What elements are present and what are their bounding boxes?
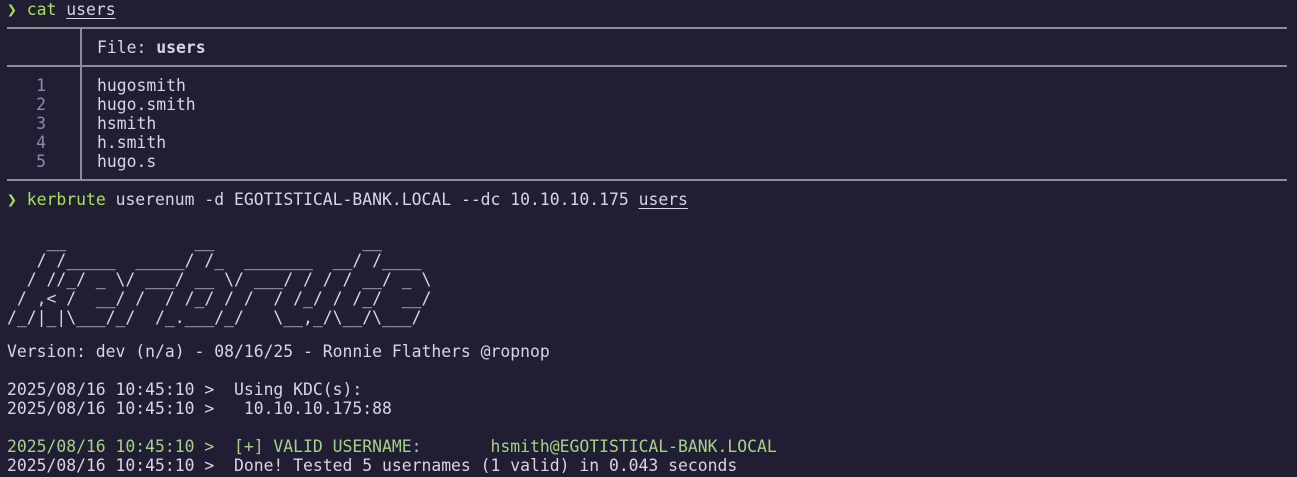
prompt-arrow-icon: ❯: [7, 190, 17, 209]
command-args: userenum -d EGOTISTICAL-BANK.LOCAL --dc …: [105, 190, 639, 209]
log-line-done: 2025/08/16 10:45:10 > Done! Tested 5 use…: [7, 456, 738, 475]
command-line-kerbrute: ❯ kerbrute userenum -d EGOTISTICAL-BANK.…: [7, 190, 688, 209]
bat-file-label: File:: [97, 38, 157, 57]
command-name: cat: [26, 0, 57, 19]
bat-header-gutter-rule: [80, 29, 82, 65]
bat-bottom-rule: [7, 179, 1287, 181]
version-line: Version: dev (n/a) - 08/16/25 - Ronnie F…: [7, 342, 550, 361]
command-argument-file[interactable]: users: [66, 0, 115, 19]
bat-header-rule: [7, 65, 1287, 67]
bat-file-header: File: users: [97, 38, 206, 57]
line-number: 1: [36, 76, 46, 95]
bat-body-gutter-rule: [80, 67, 82, 179]
log-line: 2025/08/16 10:45:10 > Using KDC(s):: [7, 380, 363, 399]
log-line-valid-username: 2025/08/16 10:45:10 > [+] VALID USERNAME…: [7, 437, 777, 456]
line-number: 3: [36, 114, 46, 133]
log-line: 2025/08/16 10:45:10 > 10.10.10.175:88: [7, 399, 392, 418]
file-line: hsmith: [97, 114, 157, 133]
line-number: 4: [36, 133, 46, 152]
file-line: hugo.smith: [97, 95, 196, 114]
line-number: 5: [36, 152, 46, 171]
command-line-cat: ❯ cat users: [7, 0, 116, 19]
valid-username-prefix: 2025/08/16 10:45:10 > [+] VALID USERNAME…: [7, 437, 491, 456]
bat-file-name: users: [156, 38, 206, 57]
command-name: kerbrute: [26, 190, 106, 209]
bat-top-rule: [7, 27, 1287, 29]
kerbrute-ascii-banner: __ __ __ / /_____ _____/ /_ _______ __/ …: [7, 232, 432, 327]
command-argument-file[interactable]: users: [639, 190, 688, 209]
file-line: hugosmith: [97, 76, 186, 95]
file-line: hugo.s: [97, 152, 157, 171]
line-number: 2: [36, 95, 46, 114]
prompt-arrow-icon: ❯: [7, 0, 17, 19]
file-line: h.smith: [97, 133, 167, 152]
valid-username-value: hsmith@EGOTISTICAL-BANK.LOCAL: [490, 437, 777, 456]
